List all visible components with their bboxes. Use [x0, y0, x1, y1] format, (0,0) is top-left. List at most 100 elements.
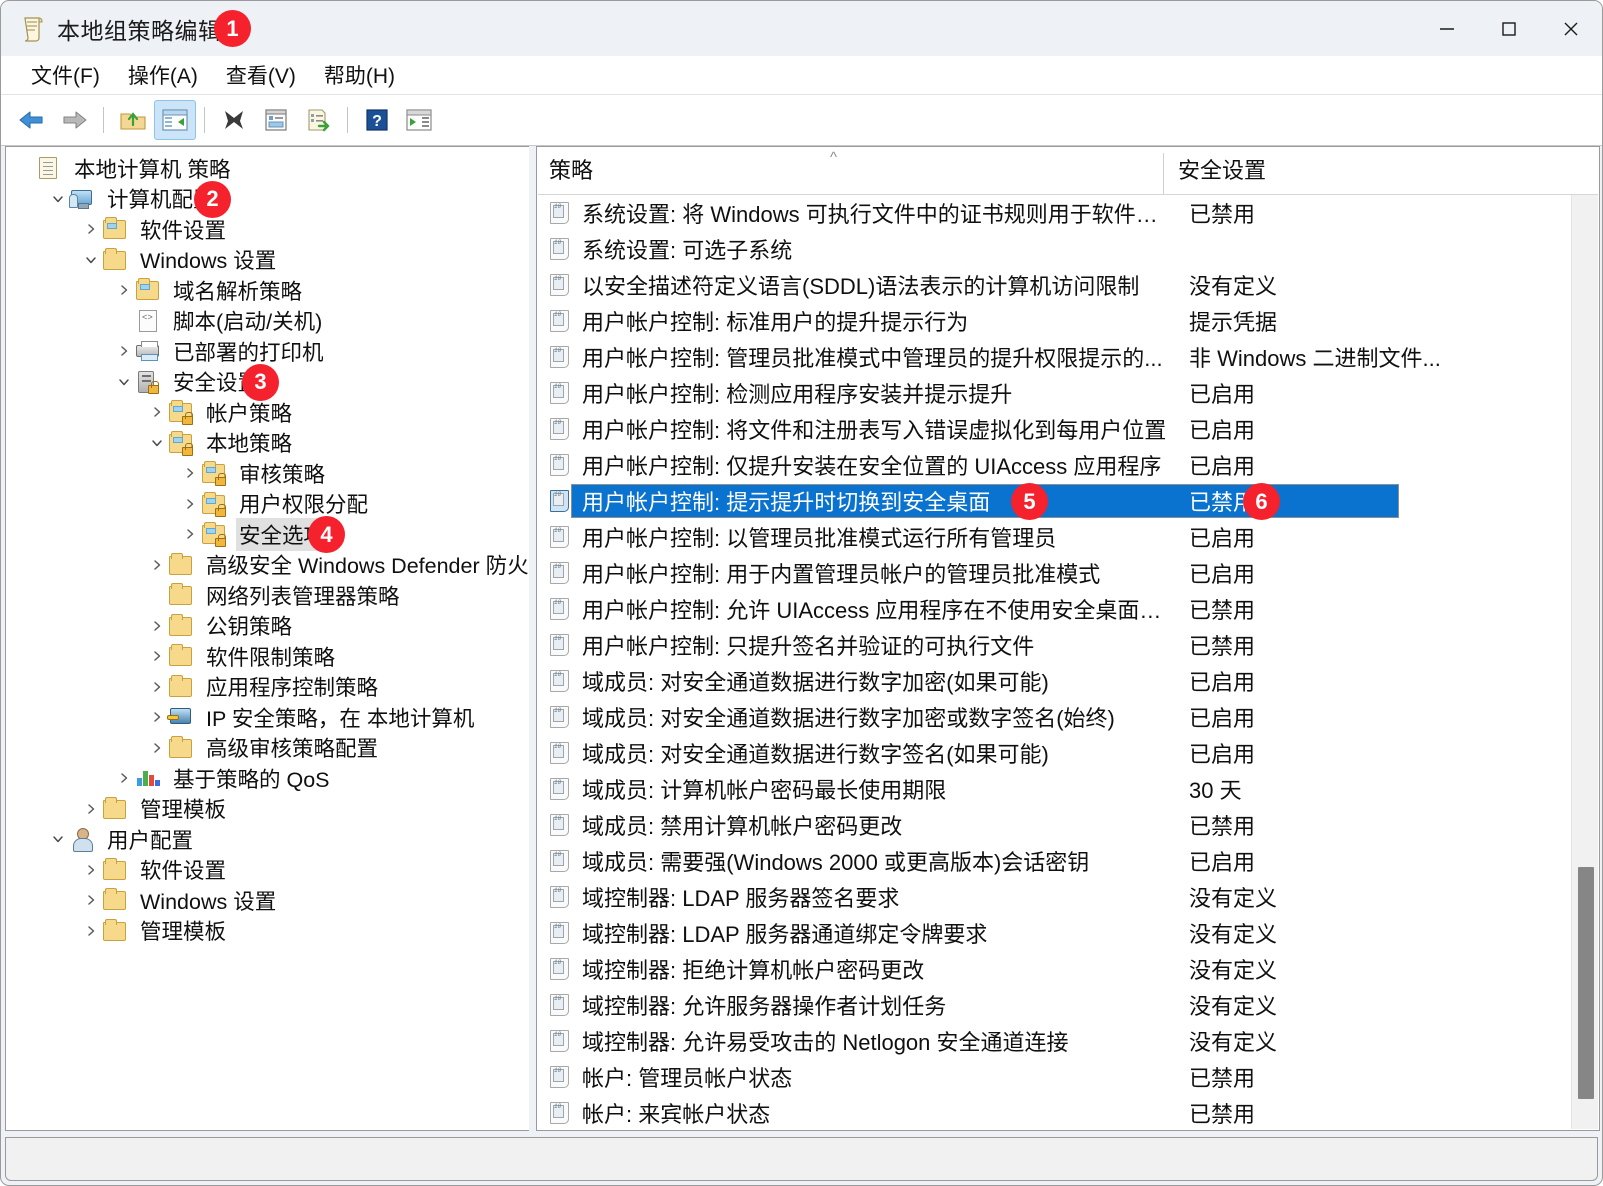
tree-item[interactable]: 本地策略	[6, 428, 529, 459]
pane-splitter[interactable]	[529, 146, 536, 1131]
export-list-icon[interactable]	[297, 100, 339, 140]
chevron-right-icon[interactable]	[80, 218, 102, 240]
chevron-right-icon[interactable]	[80, 798, 102, 820]
table-row[interactable]: 用户帐户控制: 只提升签名并验证的可执行文件 已禁用	[538, 627, 1598, 663]
show-action-pane-icon[interactable]	[398, 100, 440, 140]
table-row[interactable]: 用户帐户控制: 提示提升时切换到安全桌面已禁用56	[538, 483, 1598, 520]
chevron-right-icon[interactable]	[113, 767, 135, 789]
tree-item[interactable]: 安全设置 3	[6, 363, 529, 401]
tree-item[interactable]: 软件设置	[6, 214, 529, 245]
table-row[interactable]: 以安全描述符定义语言(SDDL)语法表示的计算机访问限制 没有定义	[538, 267, 1598, 303]
toolbar-separator	[204, 107, 205, 133]
table-row[interactable]: 用户帐户控制: 用于内置管理员帐户的管理员批准模式 已启用	[538, 555, 1598, 591]
tree-item[interactable]: 已部署的打印机	[6, 336, 529, 367]
table-row[interactable]: 用户帐户控制: 将文件和注册表写入错误虚拟化到每用户位置已启用	[538, 411, 1598, 447]
column-header-security-setting[interactable]: 安全设置	[1163, 153, 1598, 194]
chevron-right-icon[interactable]	[146, 706, 168, 728]
chevron-right-icon[interactable]	[80, 859, 102, 881]
tree-item[interactable]: 软件设置	[6, 855, 529, 886]
table-row[interactable]: 用户帐户控制: 以管理员批准模式运行所有管理员 已启用	[538, 519, 1598, 555]
tree-item[interactable]: 本地计算机 策略	[6, 153, 529, 184]
maximize-button[interactable]	[1478, 1, 1540, 56]
back-icon[interactable]	[11, 100, 53, 140]
chevron-down-icon[interactable]	[47, 828, 69, 850]
tree-item[interactable]: 软件限制策略	[6, 641, 529, 672]
policy-list-pane[interactable]: 策略 ^ 安全设置 系统设置: 将 Windows 可执行文件中的证书规则用于软…	[536, 146, 1600, 1131]
table-row[interactable]: 用户帐户控制: 允许 UIAccess 应用程序在不使用安全桌面的... 已禁用	[538, 591, 1598, 627]
table-row[interactable]: 域成员: 计算机帐户密码最长使用期限 30 天	[538, 771, 1598, 807]
menu-file[interactable]: 文件(F)	[17, 57, 114, 93]
tree-item[interactable]: Windows 设置	[6, 885, 529, 916]
tree-item[interactable]: 计算机配置 2	[6, 180, 529, 218]
tree-item[interactable]: 脚本(启动/关机)	[6, 306, 529, 337]
column-header-policy[interactable]: 策略 ^	[538, 149, 1163, 194]
chevron-right-icon[interactable]	[179, 462, 201, 484]
table-row[interactable]: 域成员: 对安全通道数据进行数字加密或数字签名(始终) 已启用	[538, 699, 1598, 735]
delete-icon[interactable]	[213, 100, 255, 140]
chevron-right-icon[interactable]	[146, 554, 168, 576]
table-row[interactable]: 域控制器: 拒绝计算机帐户密码更改 没有定义	[538, 951, 1598, 987]
chevron-right-icon[interactable]	[113, 279, 135, 301]
tree-item[interactable]: 公钥策略	[6, 611, 529, 642]
vertical-scrollbar[interactable]	[1571, 195, 1598, 1129]
tree-item[interactable]: 高级审核策略配置	[6, 733, 529, 764]
tree-item[interactable]: IP 安全策略，在 本地计算机	[6, 702, 529, 733]
forward-icon[interactable]	[53, 100, 95, 140]
table-row[interactable]: 域成员: 对安全通道数据进行数字加密(如果可能) 已启用	[538, 663, 1598, 699]
up-folder-icon[interactable]	[112, 100, 154, 140]
properties-icon[interactable]	[255, 100, 297, 140]
menu-action[interactable]: 操作(A)	[114, 57, 212, 93]
table-row[interactable]: 域控制器: LDAP 服务器签名要求 没有定义	[538, 879, 1598, 915]
chevron-right-icon[interactable]	[146, 737, 168, 759]
tree-item[interactable]: 用户配置	[6, 824, 529, 855]
tree-item[interactable]: 安全选项 4	[6, 516, 529, 553]
chevron-right-icon[interactable]	[179, 493, 201, 515]
chevron-right-icon[interactable]	[146, 676, 168, 698]
chevron-right-icon[interactable]	[80, 889, 102, 911]
tree-item[interactable]: 域名解析策略	[6, 275, 529, 306]
table-row[interactable]: 域成员: 需要强(Windows 2000 或更高版本)会话密钥 已启用	[538, 843, 1598, 879]
tree-item[interactable]: 用户权限分配	[6, 489, 529, 520]
chevron-right-icon[interactable]	[80, 920, 102, 942]
chevron-right-icon[interactable]	[146, 645, 168, 667]
tree-item[interactable]: 管理模板	[6, 916, 529, 947]
table-row[interactable]: 域成员: 对安全通道数据进行数字签名(如果可能) 已启用	[538, 735, 1598, 771]
table-row[interactable]: 用户帐户控制: 检测应用程序安装并提示提升 已启用	[538, 375, 1598, 411]
chevron-down-icon[interactable]	[47, 188, 69, 210]
table-row[interactable]: 帐户: 管理员帐户状态 已禁用	[538, 1059, 1598, 1095]
tree-item[interactable]: 管理模板	[6, 794, 529, 825]
table-row[interactable]: 帐户: 来宾帐户状态 已禁用	[538, 1095, 1598, 1129]
table-row[interactable]: 系统设置: 将 Windows 可执行文件中的证书规则用于软件限... 已禁用	[538, 195, 1598, 231]
chevron-right-icon[interactable]	[179, 523, 201, 545]
chevron-down-icon[interactable]	[80, 249, 102, 271]
tree-item[interactable]: 审核策略	[6, 458, 529, 489]
tree-item[interactable]: Windows 设置	[6, 245, 529, 276]
tree-item[interactable]: 基于策略的 QoS	[6, 763, 529, 794]
menu-help[interactable]: 帮助(H)	[310, 57, 409, 93]
help-icon[interactable]: ?	[356, 100, 398, 140]
table-row[interactable]: 用户帐户控制: 仅提升安装在安全位置的 UIAccess 应用程序 已启用	[538, 447, 1598, 483]
console-tree-pane[interactable]: 本地计算机 策略计算机配置2软件设置Windows 设置域名解析策略脚本(启动/…	[5, 146, 529, 1131]
chevron-right-icon[interactable]	[113, 340, 135, 362]
console-tree: 本地计算机 策略计算机配置2软件设置Windows 设置域名解析策略脚本(启动/…	[6, 147, 529, 946]
minimize-button[interactable]	[1416, 1, 1478, 56]
chevron-right-icon[interactable]	[146, 615, 168, 637]
table-row[interactable]: 域控制器: LDAP 服务器通道绑定令牌要求 没有定义	[538, 915, 1598, 951]
table-row[interactable]: 用户帐户控制: 管理员批准模式中管理员的提升权限提示的... 非 Windows …	[538, 339, 1598, 375]
table-row[interactable]: 域控制器: 允许服务器操作者计划任务 没有定义	[538, 987, 1598, 1023]
chevron-right-icon[interactable]	[146, 401, 168, 423]
chevron-down-icon[interactable]	[113, 371, 135, 393]
tree-item[interactable]: 应用程序控制策略	[6, 672, 529, 703]
table-row[interactable]: 系统设置: 可选子系统	[538, 231, 1598, 267]
menu-view[interactable]: 查看(V)	[212, 57, 310, 93]
scrollbar-thumb[interactable]	[1578, 867, 1594, 1099]
table-row[interactable]: 用户帐户控制: 标准用户的提升提示行为 提示凭据	[538, 303, 1598, 339]
show-hide-tree-icon[interactable]	[154, 100, 196, 140]
table-row[interactable]: 域成员: 禁用计算机帐户密码更改 已禁用	[538, 807, 1598, 843]
tree-item[interactable]: 网络列表管理器策略	[6, 580, 529, 611]
chevron-down-icon[interactable]	[146, 432, 168, 454]
table-row[interactable]: 域控制器: 允许易受攻击的 Netlogon 安全通道连接 没有定义	[538, 1023, 1598, 1059]
tree-item[interactable]: 帐户策略	[6, 397, 529, 428]
tree-item[interactable]: 高级安全 Windows Defender 防火墙	[6, 550, 529, 581]
close-button[interactable]	[1540, 1, 1602, 56]
